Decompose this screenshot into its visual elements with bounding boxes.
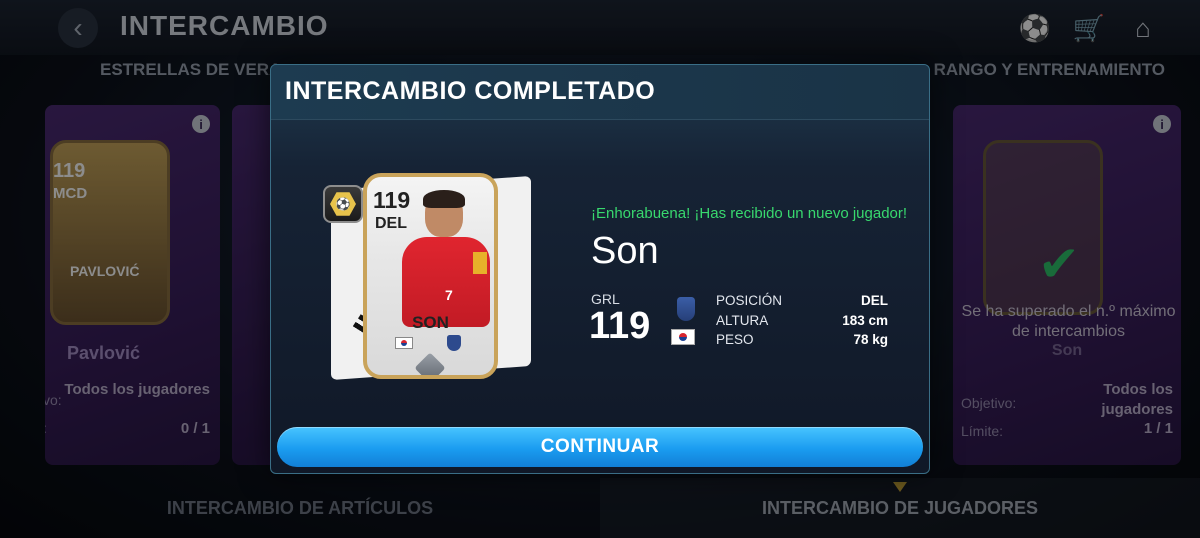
korea-flag-icon (395, 337, 413, 349)
stat-label: ALTURA (716, 312, 769, 328)
card-rating: 119 (373, 187, 411, 213)
player-card: 7 119 DEL SON (363, 173, 498, 379)
stat-label: POSICIÓN (716, 293, 783, 308)
stat-value: DEL (861, 293, 888, 308)
stat-height: ALTURA 183 cm (716, 313, 888, 333)
player-stats: POSICIÓN DEL ALTURA 183 cm PESO 78 kg (716, 293, 888, 352)
dialog-header: INTERCAMBIO COMPLETADO (271, 65, 929, 120)
national-team-crest-icon (677, 297, 695, 321)
stat-position: POSICIÓN DEL (716, 293, 888, 313)
korea-flag-icon (671, 329, 695, 345)
card-tier-badge-icon: ⚽ (323, 185, 363, 223)
shirt-number: 7 (445, 287, 453, 303)
exchange-complete-dialog: INTERCAMBIO COMPLETADO 7 119 DEL SON ⚽ ¡… (270, 64, 930, 474)
stat-label: PESO (716, 332, 754, 347)
team-crest-icon (447, 335, 461, 351)
continue-button[interactable]: CONTINUAR (277, 427, 923, 467)
overall-value: 119 (589, 305, 651, 347)
congrats-message: ¡Enhorabuena! ¡Has recibido un nuevo jug… (591, 205, 908, 222)
stat-value: 183 cm (842, 312, 888, 328)
player-name: Son (591, 230, 659, 272)
stat-weight: PESO 78 kg (716, 332, 888, 352)
dialog-title: INTERCAMBIO COMPLETADO (285, 77, 656, 105)
stat-value: 78 kg (853, 332, 888, 347)
card-player-name: SON (412, 313, 449, 332)
card-position: DEL (375, 215, 407, 232)
